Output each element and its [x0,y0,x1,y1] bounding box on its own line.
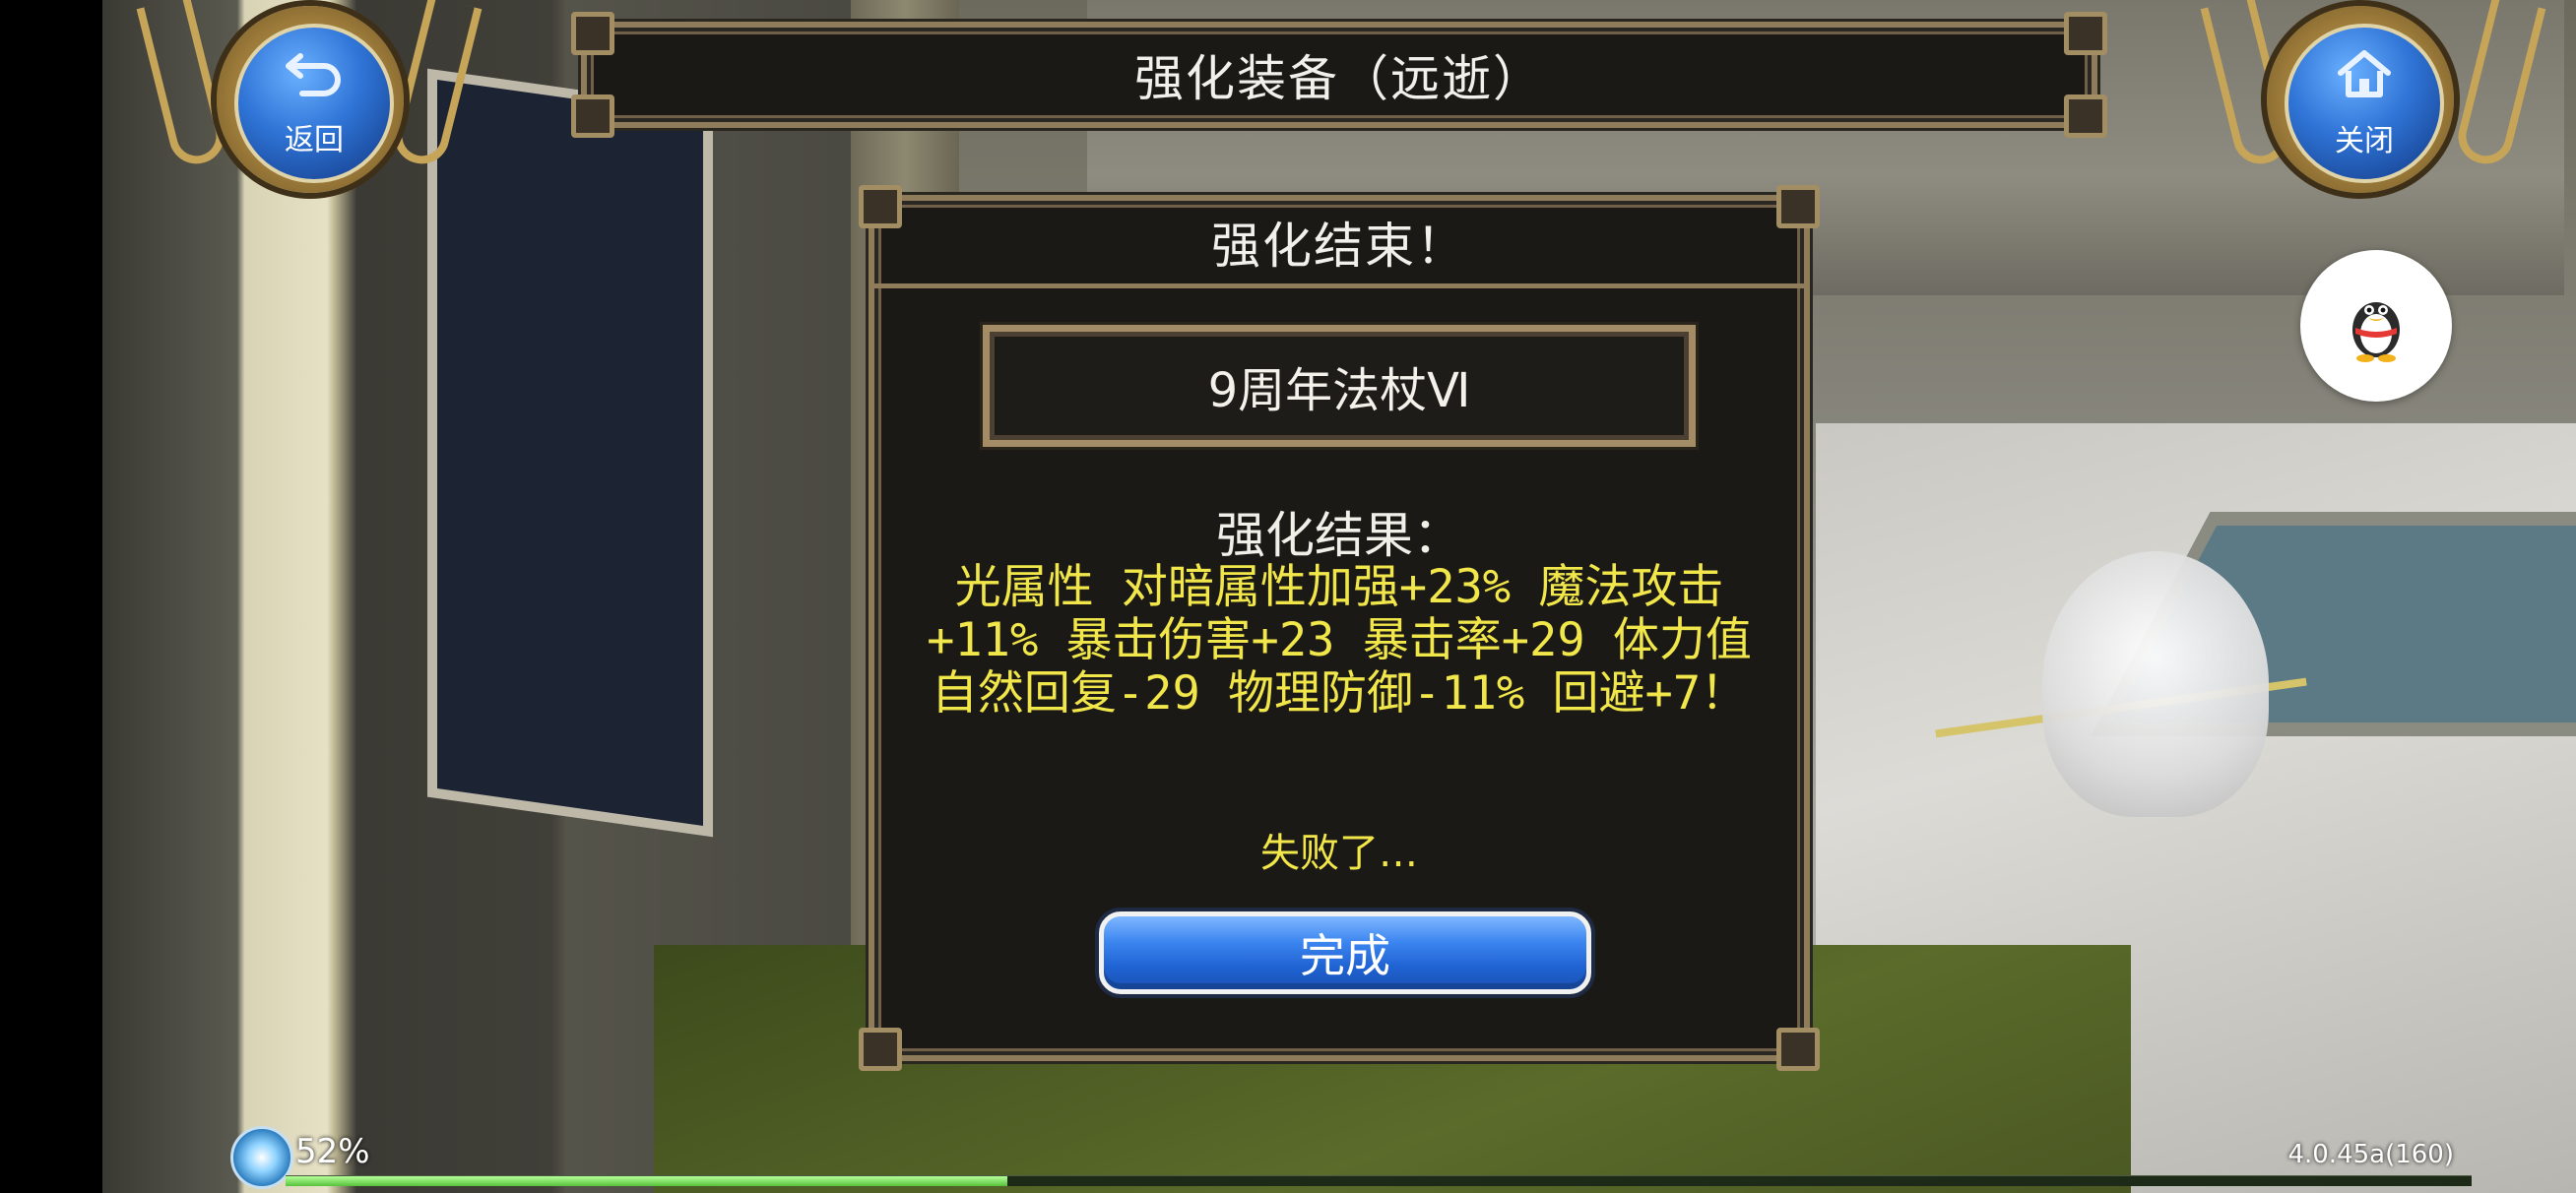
experience-bar-fill [286,1176,1007,1186]
fail-message: 失败了… [1260,831,1418,876]
experience-bar [286,1175,2472,1186]
item-name-box: 9周年法杖Ⅵ [983,325,1696,447]
battery-orb-icon [230,1126,293,1189]
item-name: 9周年法杖Ⅵ [1207,363,1471,418]
dialog-title: 强化结束！ [874,201,1804,288]
frame-corner [1776,1028,1820,1071]
frame-corner [859,1028,902,1071]
result-stats-text: 光属性 对暗属性加强+23% 魔法攻击+11% 暴击伤害+23 暴击率+29 体… [927,560,1752,721]
home-icon [2335,47,2394,110]
close-button-label: 关闭 [2335,124,2394,158]
arched-window [427,68,713,838]
done-button[interactable]: 完成 [1099,911,1591,994]
close-button[interactable]: 关闭 [2285,24,2444,183]
enhance-result-dialog: 强化结束！ 9周年法杖Ⅵ 强化结果： 光属性 对暗属性加强+23% 魔法攻击+1… [859,185,1820,1071]
result-heading: 强化结果： [1216,507,1462,564]
back-button-frame: 返回 [136,0,483,197]
version-label: 4.0.45a(160) [2287,1140,2454,1169]
back-button-label: 返回 [285,123,344,157]
close-button-frame: 关闭 [2200,0,2546,197]
percent-readout: 52% [295,1132,370,1171]
qq-button[interactable] [2300,250,2452,402]
back-button[interactable]: 返回 [234,24,394,183]
back-arrow-icon [285,48,344,109]
title-bar: 强化装备（远逝） [571,12,2107,138]
npc-character[interactable] [2042,551,2269,817]
page-title: 强化装备（远逝） [1134,50,1544,107]
qq-penguin-icon [2342,284,2411,367]
done-button-label: 完成 [1300,929,1390,982]
